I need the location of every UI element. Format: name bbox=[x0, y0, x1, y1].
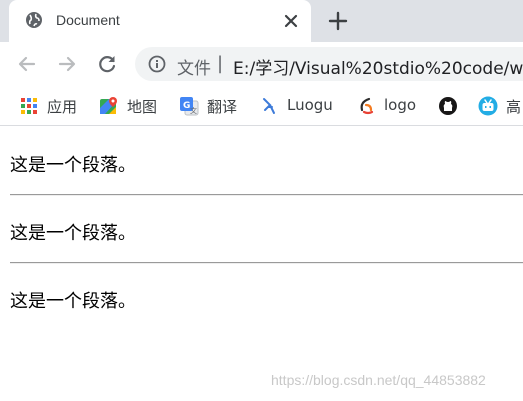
bookmark-label: logo bbox=[384, 96, 417, 114]
site-label: 文件 bbox=[177, 59, 211, 79]
tab-document[interactable]: Document bbox=[9, 0, 311, 42]
bookmark-bilibili[interactable]: 高 bbox=[478, 95, 523, 117]
bookmarks-bar: 应用 地图 G 文 翻译 Luogu logo 高 bbox=[0, 86, 523, 126]
paragraph: 这是一个段落。 bbox=[10, 223, 136, 244]
translate-icon: G 文 bbox=[180, 97, 199, 116]
plus-icon[interactable] bbox=[326, 9, 350, 33]
info-icon[interactable] bbox=[148, 55, 166, 73]
url-text[interactable]: E:/学习/Visual%20stdio%20code/w bbox=[233, 54, 523, 79]
paragraph: 这是一个段落。 bbox=[10, 155, 136, 176]
horizontal-rule bbox=[10, 194, 523, 196]
bookmark-luogu[interactable]: Luogu bbox=[259, 95, 339, 117]
bookmark-label: 高 bbox=[506, 98, 522, 116]
bilibili-icon bbox=[478, 96, 498, 116]
address-bar[interactable]: 文件 | E:/学习/Visual%20stdio%20code/w bbox=[135, 47, 523, 81]
bookmark-label: Luogu bbox=[287, 96, 333, 114]
arrow-left-icon[interactable] bbox=[15, 52, 39, 76]
browser-toolbar: 文件 | E:/学习/Visual%20stdio%20code/w bbox=[0, 42, 523, 86]
tab-strip: Document bbox=[0, 0, 523, 42]
bookmark-maps[interactable]: 地图 bbox=[99, 95, 161, 117]
globe-icon bbox=[26, 12, 42, 28]
luogu-icon bbox=[263, 98, 275, 114]
tab-title: Document bbox=[56, 12, 120, 28]
bookmark-github[interactable] bbox=[438, 95, 460, 117]
bookmark-label: 地图 bbox=[127, 98, 158, 116]
maps-icon bbox=[100, 97, 117, 114]
close-icon[interactable] bbox=[281, 11, 301, 31]
bookmark-label: 应用 bbox=[47, 98, 78, 116]
bookmark-translate[interactable]: G 文 翻译 bbox=[179, 95, 241, 117]
reload-icon[interactable] bbox=[95, 52, 119, 76]
bookmark-apps[interactable]: 应用 bbox=[19, 95, 81, 117]
paragraph: 这是一个段落。 bbox=[10, 291, 136, 312]
logo-icon bbox=[360, 97, 374, 115]
bookmark-label: 翻译 bbox=[207, 98, 238, 116]
arrow-right-icon[interactable] bbox=[55, 52, 79, 76]
svg-text:文: 文 bbox=[190, 106, 197, 115]
bookmark-logo[interactable]: logo bbox=[356, 95, 420, 117]
watermark-text: https://blog.csdn.net/qq_44853882 bbox=[271, 372, 486, 388]
github-icon bbox=[439, 97, 457, 115]
apps-grid-icon bbox=[21, 98, 37, 114]
horizontal-rule bbox=[10, 262, 523, 264]
site-separator: | bbox=[217, 53, 224, 74]
page-content: 这是一个段落。 这是一个段落。 这是一个段落。 https://blog.csd… bbox=[0, 127, 523, 401]
